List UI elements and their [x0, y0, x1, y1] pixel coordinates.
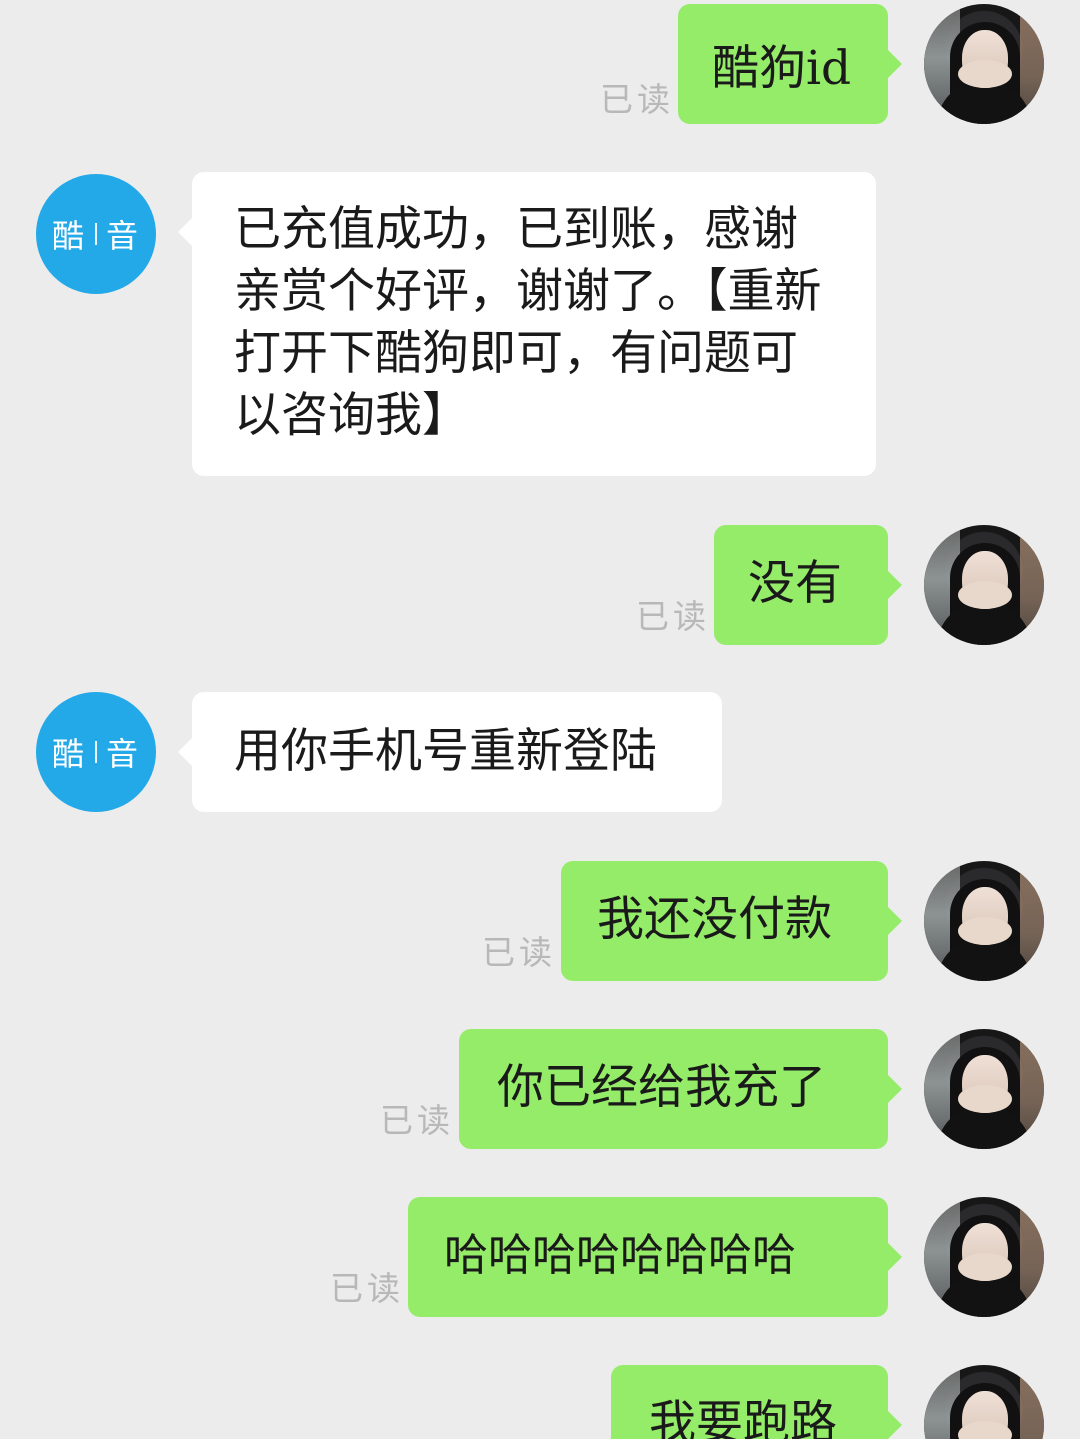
message-bubble[interactable]: 酷狗id	[678, 4, 902, 124]
message-bubble[interactable]: 已充值成功，已到账，感谢亲赏个好评，谢谢了。【重新打开下酷狗即可，有问题可以咨询…	[178, 172, 876, 476]
message-bubble[interactable]: 哈哈哈哈哈哈哈哈	[408, 1197, 902, 1317]
avatar-label-left: 酷	[51, 217, 86, 255]
message-text: 已充值成功，已到账，感谢亲赏个好评，谢谢了。【重新打开下酷狗即可，有问题可以咨询…	[234, 202, 822, 443]
read-status: 已读	[330, 1269, 404, 1308]
avatar-label-right: 音	[106, 217, 141, 255]
message-bubble[interactable]: 我要跑路	[611, 1365, 902, 1439]
user-avatar[interactable]	[924, 4, 1044, 124]
avatar-label-right: 音	[106, 735, 141, 773]
message-text: 用你手机号重新登陆	[234, 724, 657, 779]
message-row: 已读 你已经给我充了	[0, 1029, 1080, 1153]
read-status: 已读	[636, 597, 710, 636]
message-text: 你已经给我充了	[497, 1060, 826, 1115]
read-status: 已读	[600, 80, 674, 119]
kuyin-avatar[interactable]: 酷 音	[36, 692, 156, 812]
user-avatar[interactable]	[924, 861, 1044, 981]
message-row: 已读 哈哈哈哈哈哈哈哈	[0, 1197, 1080, 1321]
message-row: 我要跑路	[0, 1365, 1080, 1439]
message-text: 我还没付款	[597, 892, 832, 947]
message-row: 酷 音 已充值成功，已到账，感谢亲赏个好评，谢谢了。【重新打开下酷狗即可，有问题…	[0, 170, 1080, 480]
message-bubble[interactable]: 我还没付款	[561, 861, 902, 981]
kuyin-avatar[interactable]: 酷 音	[36, 174, 156, 294]
read-status: 已读	[380, 1101, 454, 1140]
message-row: 酷 音 用你手机号重新登陆	[0, 692, 1080, 816]
user-avatar[interactable]	[924, 525, 1044, 645]
message-bubble[interactable]: 没有	[714, 525, 902, 645]
avatar-label-left: 酷	[51, 735, 86, 773]
read-status: 已读	[482, 933, 556, 972]
avatar-divider-icon	[95, 741, 97, 763]
message-text: 我要跑路	[649, 1396, 837, 1439]
user-avatar[interactable]	[924, 1197, 1044, 1317]
message-row: 已读 我还没付款	[0, 861, 1080, 985]
chat-window: 已读 酷狗id 酷 音 已充值成功，已到账，感谢亲赏个好评，谢谢了。【重新打开下…	[0, 0, 1080, 1439]
message-text: 没有	[748, 556, 842, 611]
message-row: 已读 没有	[0, 525, 1080, 649]
message-row: 已读 酷狗id	[0, 4, 1080, 128]
message-text: 哈哈哈哈哈哈哈哈	[444, 1230, 796, 1281]
user-avatar[interactable]	[924, 1029, 1044, 1149]
message-text: 酷狗id	[712, 41, 852, 96]
user-avatar[interactable]	[924, 1365, 1044, 1439]
message-bubble[interactable]: 用你手机号重新登陆	[178, 692, 722, 812]
message-bubble[interactable]: 你已经给我充了	[459, 1029, 902, 1149]
avatar-divider-icon	[95, 223, 97, 245]
